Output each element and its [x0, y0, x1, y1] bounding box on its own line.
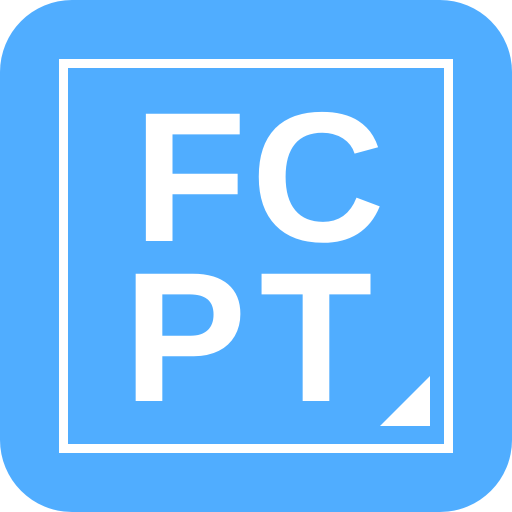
app-icon[interactable]: F C P T — [0, 0, 512, 512]
logo-letter: F — [133, 74, 247, 281]
logo-letter: T — [259, 234, 373, 441]
logo-letter: P — [123, 234, 247, 441]
logo-letter: C — [251, 74, 385, 281]
page-fold-icon — [380, 376, 430, 426]
